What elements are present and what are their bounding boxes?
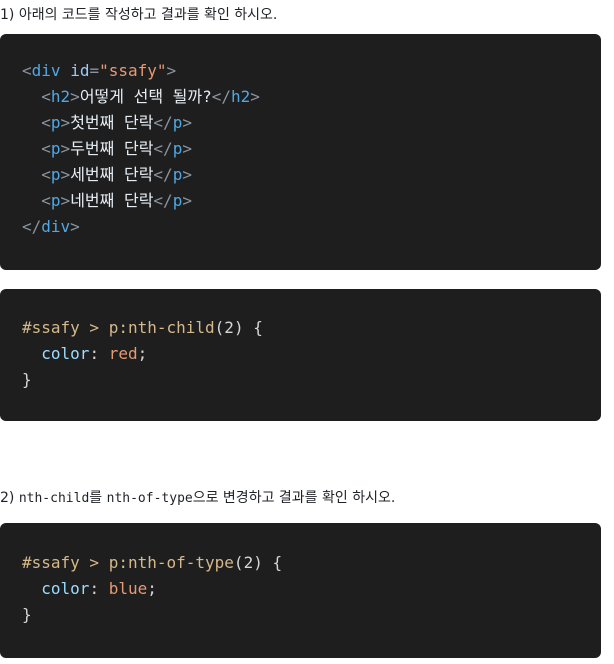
tag-bracket: </ xyxy=(153,113,173,132)
paren: ( xyxy=(233,553,244,572)
tag-name: div xyxy=(31,61,61,80)
tag-name: h2 xyxy=(50,87,71,106)
html-code-block: <div id="ssafy"> <h2>어떻게 선택 될까?</h2> <p>… xyxy=(0,34,601,270)
tag-bracket: < xyxy=(41,191,51,210)
brace-close: } xyxy=(22,370,32,389)
css-value: blue xyxy=(108,579,148,598)
paragraph-text: 첫번째 단락 xyxy=(70,113,154,132)
tag-bracket: </ xyxy=(211,87,232,106)
tag-name: p xyxy=(172,165,183,184)
tag-name: div xyxy=(41,217,71,236)
tag-bracket: > xyxy=(182,139,192,158)
tag-name: p xyxy=(172,191,183,210)
code-line-brace-close: } xyxy=(22,367,601,393)
tag-bracket: </ xyxy=(153,139,173,158)
question-prefix: 2) xyxy=(0,490,19,506)
tag-name: p xyxy=(50,139,61,158)
css-code-block-nth-of-type: #ssafy > p:nth-of-type(2) { color: blue;… xyxy=(0,523,601,658)
tag-name: p xyxy=(50,165,61,184)
tag-bracket: < xyxy=(41,87,51,106)
selector-arg: 2 xyxy=(224,318,234,337)
tag-bracket: > xyxy=(250,87,260,106)
paragraph-text: 네번째 단락 xyxy=(70,191,154,210)
tag-bracket: > xyxy=(166,61,177,80)
tag-name: p xyxy=(50,191,61,210)
css-property: color xyxy=(41,344,90,363)
tag-bracket: </ xyxy=(153,191,173,210)
tag-bracket: > xyxy=(182,165,192,184)
code-line-div-open: <div id="ssafy"> xyxy=(22,58,601,84)
semicolon: ; xyxy=(137,344,148,363)
tag-bracket: > xyxy=(60,191,71,210)
attr-equals: = xyxy=(89,61,100,80)
tag-bracket: > xyxy=(70,87,80,106)
code-line-p-4: <p>네번째 단락</p> xyxy=(22,188,601,214)
tag-bracket: </ xyxy=(22,217,42,236)
tag-bracket: < xyxy=(41,139,51,158)
question-1: 1) 아래의 코드를 작성하고 결과를 확인 하시오. xyxy=(0,7,278,23)
paren: ( xyxy=(214,318,225,337)
paragraph-text: 두번째 단락 xyxy=(70,139,154,158)
code-line-brace-close: } xyxy=(22,602,601,628)
tag-name: p xyxy=(50,113,61,132)
code-line-declaration: color: red; xyxy=(22,341,601,367)
code-line-div-close: </div> xyxy=(22,214,601,240)
tag-bracket: < xyxy=(41,113,51,132)
h2-text: 어떻게 선택 될까? xyxy=(79,87,212,106)
tag-bracket: < xyxy=(22,61,32,80)
code-line-selector: #ssafy > p:nth-child(2) { xyxy=(22,315,601,341)
inline-code-nth-child: nth-child xyxy=(18,491,90,506)
brace-close: } xyxy=(22,605,32,624)
tag-bracket: > xyxy=(60,165,71,184)
attr-name: id xyxy=(70,61,90,80)
brace-open: { xyxy=(262,553,283,572)
css-code-block-nth-child: #ssafy > p:nth-child(2) { color: red; } xyxy=(0,289,601,421)
tag-bracket: </ xyxy=(153,165,173,184)
colon: : xyxy=(89,344,109,363)
tag-name: p xyxy=(172,113,183,132)
question-2: 2) nth-child를 nth-of-type으로 변경하고 결과를 확인 … xyxy=(0,488,395,509)
code-line-p-3: <p>세번째 단락</p> xyxy=(22,162,601,188)
paren: ) xyxy=(253,553,263,572)
inline-code-nth-of-type: nth-of-type xyxy=(106,491,193,506)
tag-name: h2 xyxy=(231,87,251,106)
tag-bracket: > xyxy=(60,139,71,158)
selector-arg: 2 xyxy=(243,553,254,572)
tag-bracket: > xyxy=(70,217,80,236)
colon: : xyxy=(89,579,109,598)
attr-value: "ssafy" xyxy=(99,61,167,80)
question-mid: 를 xyxy=(89,490,107,506)
code-line-selector: #ssafy > p:nth-of-type(2) { xyxy=(22,550,601,576)
question-suffix: 으로 변경하고 결과를 확인 하시오. xyxy=(192,490,396,506)
css-property: color xyxy=(41,579,90,598)
code-line-p-2: <p>두번째 단락</p> xyxy=(22,136,601,162)
paragraph-text: 세번째 단락 xyxy=(70,165,154,184)
code-line-h2: <h2>어떻게 선택 될까?</h2> xyxy=(22,84,601,110)
paren: ) xyxy=(233,318,244,337)
semicolon: ; xyxy=(147,579,157,598)
brace-open: { xyxy=(243,318,263,337)
css-selector: #ssafy > p:nth-child xyxy=(22,318,215,337)
css-selector: #ssafy > p:nth-of-type xyxy=(22,553,234,572)
tag-bracket: > xyxy=(182,113,192,132)
tag-bracket: > xyxy=(60,113,71,132)
tag-bracket: < xyxy=(41,165,51,184)
css-value: red xyxy=(108,344,138,363)
tag-name: p xyxy=(172,139,183,158)
tag-bracket: > xyxy=(182,191,192,210)
code-line-p-1: <p>첫번째 단락</p> xyxy=(22,110,601,136)
code-line-declaration: color: blue; xyxy=(22,576,601,602)
